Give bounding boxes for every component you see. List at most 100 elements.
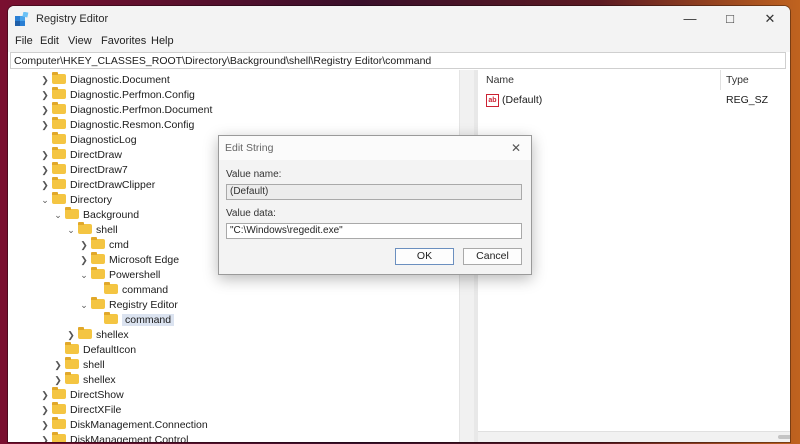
folder-icon [52,162,66,174]
chevron-right-icon[interactable]: ❯ [53,373,63,388]
menu-help[interactable]: Help [151,35,174,47]
tree-item[interactable]: ❯ shellex [66,327,129,343]
chevron-right-icon[interactable]: ❯ [40,388,50,403]
chevron-right-icon[interactable]: ❯ [40,73,50,88]
tree-item-label: Diagnostic.Resmon.Config [70,119,195,131]
folder-icon [104,312,118,324]
chevron-down-icon[interactable]: ⌄ [79,298,89,313]
tree-item-label: shell [96,224,118,236]
folder-icon [52,387,66,399]
chevron-right-icon[interactable]: ❯ [40,118,50,133]
tree-item-label: command [122,314,175,326]
column-separator[interactable] [720,70,721,90]
tree-item[interactable]: ❯ Diagnostic.Resmon.Config [40,117,195,133]
tree-item-label: DiskManagement.Connection [70,419,208,431]
value-name: (Default) [502,94,543,106]
tree-item[interactable]: command [92,312,175,328]
tree-item[interactable]: ⌄ Powershell [79,267,161,283]
menu-file[interactable]: File [15,35,33,47]
string-value-icon: ab [486,94,499,107]
chevron-down-icon[interactable]: ⌄ [79,268,89,283]
menu-favorites[interactable]: Favorites [101,35,146,47]
menu-edit[interactable]: Edit [40,35,59,47]
tree-item[interactable]: ❯ Microsoft Edge [79,252,180,268]
tree-item[interactable]: DefaultIcon [53,342,136,358]
dialog-title-bar: Edit String ✕ [219,136,531,160]
tree-item[interactable]: ❯ DirectShow [40,387,124,403]
chevron-right-icon[interactable]: ❯ [40,148,50,163]
chevron-right-icon[interactable]: ❯ [40,178,50,193]
title-bar: Registry Editor — □ ✕ [8,6,790,32]
tree-item[interactable]: ❯ Diagnostic.Perfmon.Document [40,102,213,118]
value-row[interactable]: ab (Default) REG_SZ [478,92,790,108]
chevron-right-icon[interactable]: ❯ [40,88,50,103]
tree-item[interactable]: ⌄ Directory [40,192,112,208]
ok-button[interactable]: OK [395,248,454,265]
address-bar[interactable]: Computer\HKEY_CLASSES_ROOT\Directory\Bac… [10,52,786,69]
dialog-close-button[interactable]: ✕ [507,139,525,157]
tree-item[interactable]: ❯ shellex [53,372,116,388]
chevron-right-icon[interactable]: ❯ [40,433,50,442]
folder-icon [52,72,66,84]
tree-item[interactable]: ❯ DirectDraw [40,147,122,163]
chevron-down-icon[interactable]: ⌄ [53,208,63,223]
close-button[interactable]: ✕ [750,6,790,32]
tree-item-label: Diagnostic.Perfmon.Document [70,104,213,116]
tree-item[interactable]: ⌄ Registry Editor [79,297,178,313]
tree-item-label: Registry Editor [109,299,178,311]
folder-icon [104,282,118,294]
chevron-right-icon[interactable]: ❯ [40,163,50,178]
chevron-right-icon[interactable]: ❯ [66,328,76,343]
tree-item-label: DirectDraw7 [70,164,128,176]
folder-icon [52,132,66,144]
tree-item-label: Microsoft Edge [109,254,180,266]
tree-item[interactable]: ❯ DirectDraw7 [40,162,128,178]
folder-icon [52,147,66,159]
column-header-type[interactable]: Type [726,74,749,86]
tree-item[interactable]: ❯ Diagnostic.Document [40,72,170,88]
value-name-field: (Default) [226,184,522,200]
dialog-title: Edit String [225,142,274,154]
chevron-right-icon[interactable]: ❯ [79,253,89,268]
tree-item[interactable]: ❯ shell [53,357,105,373]
tree-item[interactable]: ❯ DirectDrawClipper [40,177,155,193]
tree-item[interactable]: ⌄ shell [66,222,118,238]
tree-item-label: DirectXFile [70,404,122,416]
folder-icon [52,432,66,442]
tree-item[interactable]: ❯ DirectXFile [40,402,122,418]
edit-string-dialog: Edit String ✕ Value name: (Default) Valu… [218,135,532,275]
column-header-name[interactable]: Name [486,74,514,86]
menu-bar: File Edit View Favorites Help [8,32,790,52]
folder-icon [91,237,105,249]
chevron-down-icon[interactable]: ⌄ [66,223,76,238]
scrollbar-thumb[interactable] [778,435,790,439]
tree-item[interactable]: ⌄ Background [53,207,139,223]
tree-item[interactable]: ❯ cmd [79,237,129,253]
folder-icon [91,297,105,309]
folder-icon [52,402,66,414]
tree-item[interactable]: ❯ Diagnostic.Perfmon.Config [40,87,195,103]
tree-item[interactable]: DiagnosticLog [40,132,137,148]
cancel-button[interactable]: Cancel [463,248,522,265]
chevron-down-icon[interactable]: ⌄ [40,193,50,208]
chevron-right-icon[interactable]: ❯ [40,103,50,118]
minimize-button[interactable]: — [670,6,710,32]
maximize-button[interactable]: □ [710,6,750,32]
chevron-right-icon[interactable]: ❯ [40,403,50,418]
chevron-right-icon[interactable]: ❯ [79,238,89,253]
menu-view[interactable]: View [68,35,92,47]
tree-item[interactable]: ❯ DiskManagement.Connection [40,417,208,433]
value-name-label: Value name: [226,169,282,180]
tree-item-label: DirectDraw [70,149,122,161]
chevron-right-icon[interactable]: ❯ [53,358,63,373]
tree-item[interactable]: command [92,282,169,298]
tree-item-label: Powershell [109,269,161,281]
tree-item-label: shell [83,359,105,371]
tree-item-label: command [122,284,169,296]
list-horizontal-scrollbar[interactable] [478,431,790,442]
tree-item[interactable]: ❯ DiskManagement.Control [40,432,188,442]
tree-item-label: shellex [96,329,129,341]
folder-icon [65,357,79,369]
chevron-right-icon[interactable]: ❯ [40,418,50,433]
value-data-input[interactable]: "C:\Windows\regedit.exe" [226,223,522,239]
